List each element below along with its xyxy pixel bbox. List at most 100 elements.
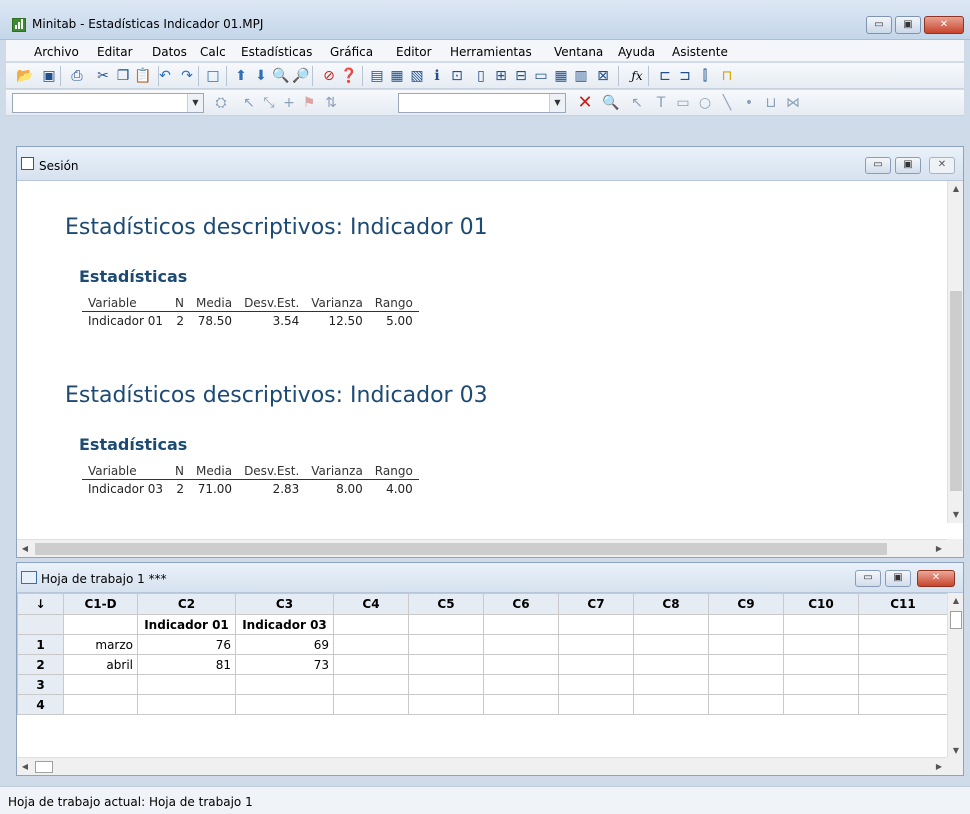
data-cell[interactable] [558, 634, 634, 655]
column-name-cell[interactable]: Indicador 01 [137, 614, 236, 635]
copy-icon[interactable]: ❐ [114, 67, 132, 85]
data-cell[interactable] [558, 694, 634, 715]
flag-icon[interactable]: ⚑ [300, 94, 318, 112]
chevron-down-icon[interactable]: ▼ [549, 94, 565, 112]
open-icon[interactable]: 📂 [16, 67, 34, 85]
worksheet-horizontal-scrollbar[interactable]: ◀ ▶ [17, 757, 947, 775]
scroll-up-icon[interactable]: ▲ [948, 181, 964, 197]
scroll-thumb[interactable] [35, 761, 53, 773]
menu-archivo[interactable]: Archivo [34, 45, 79, 59]
data-cell[interactable] [333, 694, 409, 715]
column-name-cell[interactable] [483, 614, 559, 635]
menu-grafica[interactable]: Gráfica [330, 45, 373, 59]
polyline-tool-icon[interactable]: ⊔ [762, 94, 780, 112]
scroll-thumb[interactable] [35, 543, 887, 555]
worksheet-icon[interactable]: ▦ [388, 67, 406, 85]
brush-icon[interactable]: ⛭ [212, 94, 230, 112]
data-cell[interactable] [483, 654, 559, 675]
data-cell[interactable]: 69 [235, 634, 334, 655]
data-cell[interactable] [858, 654, 948, 675]
worksheet-close-button[interactable]: ✕ [917, 570, 955, 587]
data-cell[interactable] [408, 674, 484, 695]
menu-estadisticas[interactable]: Estadísticas [241, 45, 312, 59]
data-cell[interactable] [783, 654, 859, 675]
data-cell[interactable] [558, 654, 634, 675]
data-cell[interactable]: 73 [235, 654, 334, 675]
data-cell[interactable] [137, 694, 236, 715]
menu-herramientas[interactable]: Herramientas [450, 45, 532, 59]
scroll-down-icon[interactable]: ▼ [948, 507, 964, 523]
column-header[interactable]: C2 [137, 593, 236, 615]
session-icon[interactable]: ▤ [368, 67, 386, 85]
session-close-button[interactable]: ✕ [929, 157, 955, 174]
menu-ventana[interactable]: Ventana [554, 45, 603, 59]
data-cell[interactable]: abril [63, 654, 138, 675]
data-cell[interactable] [783, 674, 859, 695]
scroll-thumb[interactable] [950, 611, 962, 629]
data-cell[interactable] [708, 674, 784, 695]
scroll-left-icon[interactable]: ◀ [17, 758, 33, 776]
column-header[interactable]: C8 [633, 593, 709, 615]
crosshair-icon[interactable]: ⤡ [260, 94, 278, 112]
column-name-cell[interactable]: Indicador 03 [235, 614, 334, 635]
data-cell[interactable]: 81 [137, 654, 236, 675]
scroll-up-icon[interactable]: ▲ [948, 593, 964, 609]
column-name-cell[interactable] [858, 614, 948, 635]
scroll-thumb[interactable] [950, 291, 962, 491]
column-name-cell[interactable] [558, 614, 634, 635]
worksheet-vertical-scrollbar[interactable]: ▲ ▼ [947, 593, 963, 759]
column-name-cell[interactable] [63, 614, 138, 635]
column-header[interactable]: C4 [333, 593, 409, 615]
insert-cols-icon[interactable]: ⫿ [696, 67, 714, 85]
new-worksheet-icon[interactable]: ⊞ [492, 67, 510, 85]
print-icon[interactable]: ⎙ [68, 67, 86, 85]
data-cell[interactable] [708, 694, 784, 715]
insert-rows-icon[interactable]: ⊐ [676, 67, 694, 85]
size-grip[interactable] [947, 757, 963, 775]
window-icon[interactable]: □ [204, 67, 222, 85]
column-name-cell[interactable] [333, 614, 409, 635]
function-icon[interactable]: ƒx [626, 67, 648, 85]
scroll-right-icon[interactable]: ▶ [931, 540, 947, 558]
data-cell[interactable] [235, 674, 334, 695]
help-icon[interactable]: ❓ [340, 67, 358, 85]
insert-cells-icon[interactable]: ⊏ [656, 67, 674, 85]
menu-calc[interactable]: Calc [200, 45, 226, 59]
history-icon[interactable]: ⊡ [448, 67, 466, 85]
column-name-cell[interactable] [408, 614, 484, 635]
dot-tool-icon[interactable]: • [740, 94, 758, 112]
worksheet-minimize-button[interactable]: ▭ [855, 570, 881, 587]
cancel-icon[interactable]: ⊘ [320, 67, 338, 85]
data-cell[interactable] [137, 674, 236, 695]
column-header[interactable]: C6 [483, 593, 559, 615]
find-next-icon[interactable]: 🔎 [292, 67, 310, 85]
data-cell[interactable] [63, 674, 138, 695]
arrow-up-icon[interactable]: ⬆ [232, 67, 250, 85]
graph-item-combo[interactable]: ▼ [12, 93, 204, 113]
row-header[interactable]: 4 [17, 694, 64, 715]
data-cell[interactable]: 76 [137, 634, 236, 655]
data-cell[interactable] [558, 674, 634, 695]
pointer-icon[interactable]: ↖ [240, 94, 258, 112]
text-tool-icon[interactable]: T [652, 94, 670, 112]
select-icon[interactable]: ↖ [628, 94, 646, 112]
close-button[interactable]: ✕ [924, 16, 964, 34]
data-cell[interactable] [783, 694, 859, 715]
data-cell[interactable] [333, 674, 409, 695]
table-icon[interactable]: ▦ [552, 67, 570, 85]
arrow-down-icon[interactable]: ⬇ [252, 67, 270, 85]
column-header[interactable]: C1-D [63, 593, 138, 615]
tile-icon[interactable]: ⊟ [512, 67, 530, 85]
row-header[interactable]: 2 [17, 654, 64, 675]
data-cell[interactable]: marzo [63, 634, 138, 655]
session-horizontal-scrollbar[interactable]: ◀ ▶ [17, 539, 947, 557]
data-cell[interactable] [708, 634, 784, 655]
data-cell[interactable] [633, 694, 709, 715]
data-cell[interactable] [708, 654, 784, 675]
column-header[interactable]: C10 [783, 593, 859, 615]
layout-icon[interactable]: ▥ [572, 67, 590, 85]
cut-icon[interactable]: ✂ [94, 67, 112, 85]
session-maximize-button[interactable]: ▣ [895, 157, 921, 174]
data-cell[interactable] [235, 694, 334, 715]
data-cell[interactable] [408, 634, 484, 655]
